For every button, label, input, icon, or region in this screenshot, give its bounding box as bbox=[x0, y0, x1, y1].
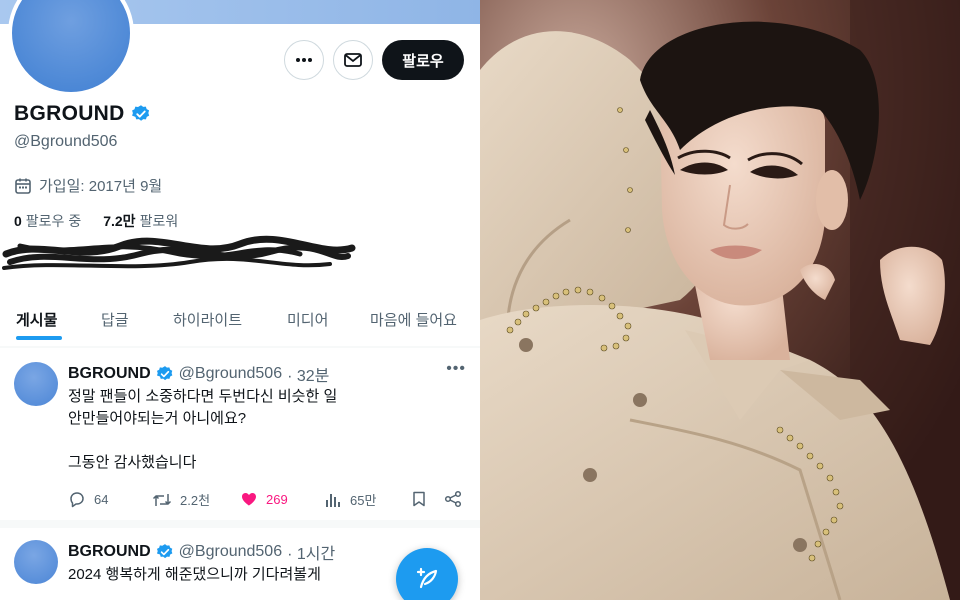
calendar-icon bbox=[15, 178, 31, 194]
tweet[interactable]: BGROUND @Bground506 · 32분 ••• 정말 팬들이 소중하… bbox=[0, 348, 480, 520]
views-icon bbox=[326, 493, 340, 507]
tweet-header: BGROUND @Bground506 · 1시간 bbox=[68, 540, 335, 564]
tweet-text-line: 2024 행복하게 해준댔으니까 기다려볼게 bbox=[68, 566, 321, 583]
name-row: BGROUND bbox=[14, 102, 151, 126]
retweet-icon bbox=[152, 493, 172, 506]
like-button[interactable]: 269 bbox=[240, 490, 288, 508]
profile-avatar[interactable] bbox=[8, 0, 134, 96]
tab-likes[interactable]: 마음에 들어요 bbox=[370, 294, 457, 344]
tweet-header: BGROUND @Bground506 · 32분 bbox=[68, 362, 329, 386]
tweet-author-handle[interactable]: @Bground506 bbox=[179, 365, 282, 383]
tweet-text-line: 정말 팬들이 소중하다면 두번다신 비슷한 일 bbox=[68, 388, 338, 405]
following-link[interactable]: 0 팔로우 중 bbox=[14, 211, 81, 231]
tweet-actions: 64 2.2천 269 65만 bbox=[68, 490, 466, 510]
more-options-button[interactable] bbox=[284, 40, 324, 80]
tweet-timestamp[interactable]: · 1시간 bbox=[287, 540, 335, 564]
views-button[interactable]: 65만 bbox=[324, 490, 376, 509]
tweet-author-name[interactable]: BGROUND bbox=[68, 365, 151, 383]
tweet-text-line: 안만들어야되는거 아니에요? bbox=[68, 410, 247, 427]
active-tab-indicator bbox=[16, 336, 62, 340]
tweet-text: 2024 행복하게 해준댔으니까 기다려볼게 bbox=[68, 564, 321, 586]
tab-replies[interactable]: 답글 bbox=[101, 294, 129, 344]
display-name: BGROUND bbox=[14, 102, 125, 125]
redaction-scribble bbox=[2, 235, 356, 270]
tweet-author-handle[interactable]: @Bground506 bbox=[179, 543, 282, 561]
followers-label: 팔로워 bbox=[139, 213, 179, 229]
followers-count: 7.2만 bbox=[103, 213, 136, 229]
follow-stats: 0 팔로우 중 7.2만 팔로워 bbox=[14, 211, 178, 231]
follow-button[interactable]: 팔로우 bbox=[382, 40, 464, 80]
more-horizontal-icon bbox=[296, 58, 312, 62]
verified-badge-icon bbox=[156, 544, 173, 559]
portrait-photo bbox=[480, 0, 960, 600]
verified-badge-icon bbox=[156, 366, 173, 381]
tweet-author-name[interactable]: BGROUND bbox=[68, 543, 151, 561]
reply-count: 64 bbox=[94, 491, 109, 507]
retweet-count: 2.2천 bbox=[180, 493, 211, 508]
bookmark-button[interactable] bbox=[410, 490, 428, 508]
profile-panel: 팔로우 BGROUND @Bground506 가입일: 2017년 9월 0팔… bbox=[0, 0, 480, 600]
share-button[interactable] bbox=[444, 490, 462, 508]
joined-date: 가입일: 2017년 9월 bbox=[39, 178, 163, 195]
profile-handle: @Bground506 bbox=[14, 133, 118, 150]
tab-highlights[interactable]: 하이라이트 bbox=[173, 294, 242, 344]
following-label: 팔로우 중 bbox=[25, 213, 82, 229]
retweet-button[interactable]: 2.2천 bbox=[152, 490, 210, 509]
message-button[interactable] bbox=[333, 40, 373, 80]
tweet-more-button[interactable]: ••• bbox=[446, 360, 466, 378]
tweet-text: 정말 팬들이 소중하다면 두번다신 비슷한 일 안만들어야되는거 아니에요? 그… bbox=[68, 386, 337, 474]
envelope-icon bbox=[344, 53, 362, 67]
tweet-text-line: 그동안 감사했습니다 bbox=[68, 454, 197, 471]
like-count: 269 bbox=[266, 491, 288, 507]
joined-date-row: 가입일: 2017년 9월 bbox=[14, 175, 162, 196]
tweet-timestamp[interactable]: · 32분 bbox=[287, 362, 329, 386]
heart-icon bbox=[242, 493, 256, 506]
reply-button[interactable]: 64 bbox=[68, 490, 108, 508]
compose-icon bbox=[416, 567, 438, 589]
share-icon bbox=[444, 490, 462, 508]
tweet-avatar[interactable] bbox=[14, 540, 58, 584]
tab-media[interactable]: 미디어 bbox=[287, 294, 328, 344]
portrait-illustration bbox=[480, 0, 960, 600]
followers-link[interactable]: 7.2만 팔로워 bbox=[103, 211, 178, 231]
verified-badge-icon bbox=[131, 105, 149, 121]
following-count: 0 bbox=[14, 213, 22, 229]
bookmark-icon bbox=[413, 491, 425, 507]
tweet-avatar[interactable] bbox=[14, 362, 58, 406]
profile-tabs: 게시물 답글 하이라이트 미디어 마음에 들어요 bbox=[0, 294, 480, 344]
views-count: 65만 bbox=[350, 493, 377, 508]
reply-icon bbox=[70, 492, 84, 508]
